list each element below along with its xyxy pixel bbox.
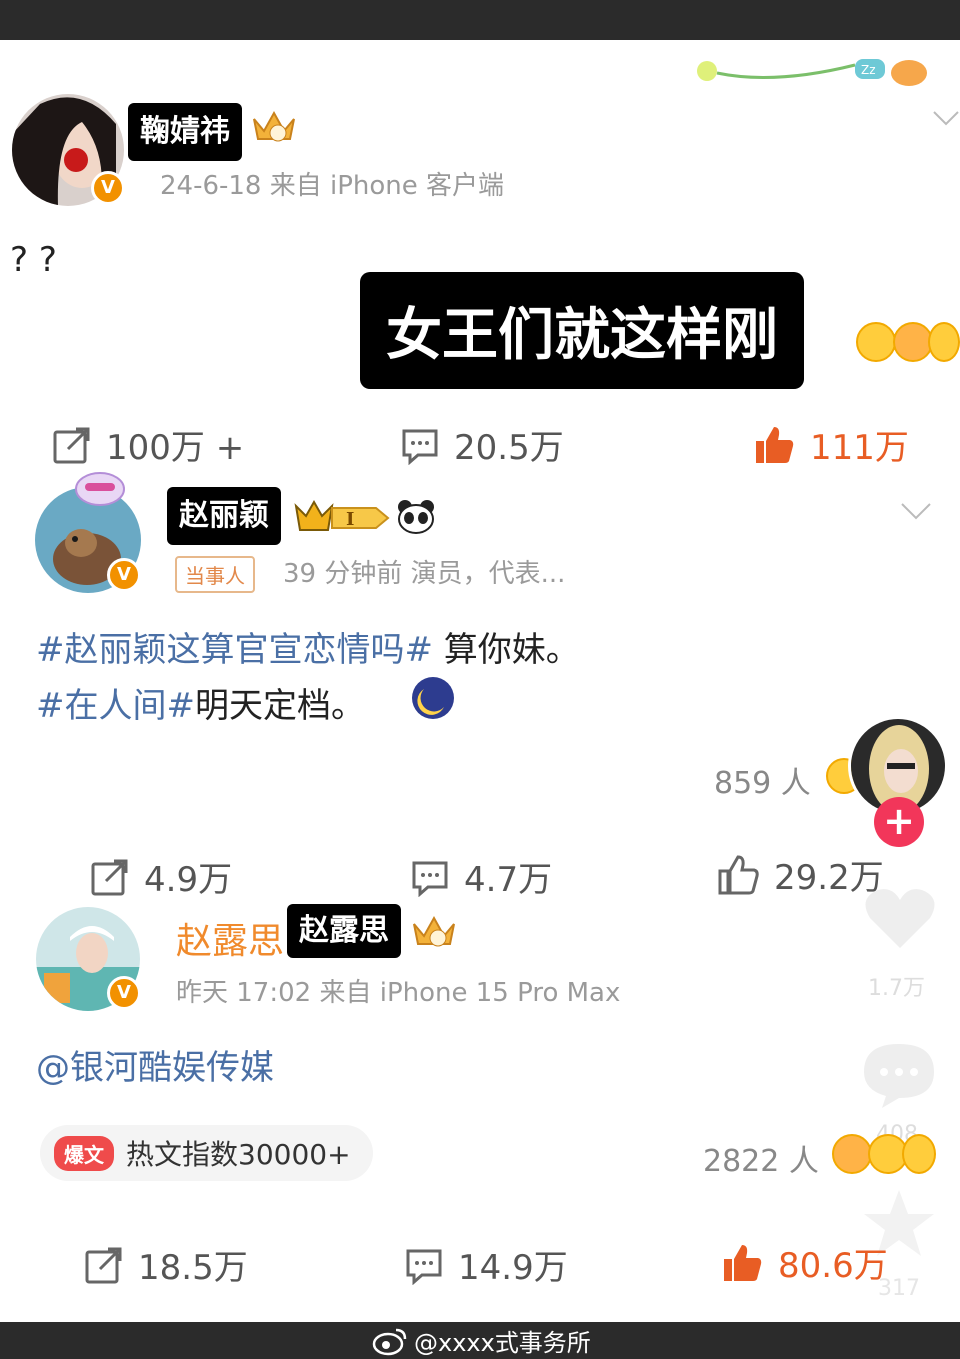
post2-hashtag2[interactable]: #在人间#	[36, 686, 195, 726]
post2-repost-count: 4.9万	[144, 860, 233, 900]
side-heart-icon[interactable]	[862, 884, 938, 954]
side-like-count: 1.7万	[868, 976, 925, 1001]
thumbs-up-icon	[718, 854, 759, 894]
post1-like-count: 111万	[810, 428, 909, 468]
post3-reaction-count: 2822 人	[703, 1144, 819, 1179]
post2-panda-icon	[398, 500, 434, 534]
post3-crown-icon	[413, 915, 455, 947]
post2-line1: #赵丽颖这算官宣恋情吗# 算你妹。	[36, 622, 580, 671]
post3-repost-count: 18.5万	[138, 1248, 248, 1288]
post1-meta: 24-6-18 来自 iPhone 客户端	[160, 171, 505, 201]
post1-comment-count: 20.5万	[454, 428, 564, 468]
svg-text:I: I	[346, 509, 354, 530]
post2-line1-text: 算你妹。	[432, 630, 580, 670]
thumbs-up-liked-icon	[756, 426, 794, 463]
post1-verified-icon: V	[91, 171, 125, 205]
hot-article-tag: 爆文	[54, 1135, 114, 1171]
post2-hashtag1[interactable]: #赵丽颖这算官宣恋情吗#	[36, 630, 433, 670]
post3-comment-button[interactable]: 14.9万	[404, 1240, 568, 1289]
post1-like-button[interactable]: 111万	[752, 420, 909, 469]
laugh-cry-emoji-icon	[893, 322, 933, 362]
comment-icon	[402, 429, 438, 465]
comment-icon	[412, 861, 448, 897]
post1-more-chevron-icon[interactable]	[932, 108, 960, 128]
moon-emoji-icon	[412, 677, 454, 719]
top-bar	[0, 0, 960, 40]
repost-icon	[91, 859, 128, 895]
post2-reaction-count: 859 人	[714, 766, 811, 801]
post1-repost-button[interactable]: 100万 +	[52, 420, 244, 469]
post2-comment-count: 4.7万	[464, 860, 553, 900]
post1-username[interactable]: 鞠婧祎	[128, 103, 242, 161]
post3-mention: @银河酷娱传媒	[36, 1040, 274, 1089]
weibo-logo-icon	[372, 1328, 407, 1355]
post3-meta: 昨天 17:02 来自 iPhone 15 Pro Max	[176, 978, 621, 1008]
post3-mention-link[interactable]: @银河酷娱传媒	[36, 1048, 274, 1088]
watermark-text: @xxxx式事务所	[414, 1329, 591, 1357]
post1-text: ? ?	[10, 240, 57, 280]
post2-avatar-frame-cat-icon	[75, 472, 125, 506]
post1-repost-count: 100万 +	[106, 428, 245, 468]
thumbs-up-liked-icon	[724, 1244, 762, 1281]
post3-username[interactable]: 赵露思	[176, 912, 284, 964]
post3-like-button[interactable]: 80.6万	[720, 1238, 888, 1287]
post1-crown-icon	[253, 110, 295, 142]
post3-hot-article-pill[interactable]: 爆文 热文指数30000+	[40, 1125, 373, 1181]
post1-comment-button[interactable]: 20.5万	[400, 420, 564, 469]
repost-icon	[85, 1247, 122, 1283]
grin-emoji-icon	[856, 322, 896, 362]
comment-icon	[406, 1249, 442, 1285]
post2-comment-button[interactable]: 4.7万	[410, 852, 552, 901]
post3-repost-button[interactable]: 18.5万	[84, 1240, 248, 1289]
post2-meta: 39 分钟前 演员，代表...	[283, 559, 566, 589]
svg-text:Zz: Zz	[861, 63, 876, 77]
post3-comment-count: 14.9万	[458, 1248, 568, 1288]
post3-surprise-emoji-icon	[902, 1134, 936, 1174]
follow-plus-button[interactable]: +	[874, 797, 924, 847]
post3-username-label: 赵露思	[287, 904, 401, 958]
side-comment-icon[interactable]	[860, 1040, 938, 1110]
watermark: @xxxx式事务所	[372, 1323, 591, 1358]
post2-vip-level-icon: I	[294, 500, 390, 531]
hot-index-text: 热文指数30000+	[126, 1138, 351, 1171]
post2-line2-text: 明天定档。	[194, 686, 365, 726]
video-caption: 女王们就这样刚	[360, 272, 804, 389]
sleeping-cat-decoration: Zz	[697, 59, 927, 86]
post2-role-badge: 当事人	[175, 556, 255, 593]
post2-repost-button[interactable]: 4.9万	[90, 852, 232, 901]
post3-like-count: 80.6万	[778, 1246, 888, 1286]
surprise-emoji-icon	[928, 322, 960, 362]
post2-username[interactable]: 赵丽颖	[167, 487, 281, 545]
post3-verified-icon: V	[107, 976, 141, 1010]
post2-line2: #在人间#明天定档。	[36, 678, 365, 727]
post2-verified-icon: V	[107, 558, 141, 592]
post2-more-chevron-icon[interactable]	[900, 500, 932, 522]
repost-icon	[53, 427, 90, 463]
post3-laugh-emoji-icon	[832, 1134, 872, 1174]
post2-like-button[interactable]: 29.2万	[716, 850, 884, 899]
